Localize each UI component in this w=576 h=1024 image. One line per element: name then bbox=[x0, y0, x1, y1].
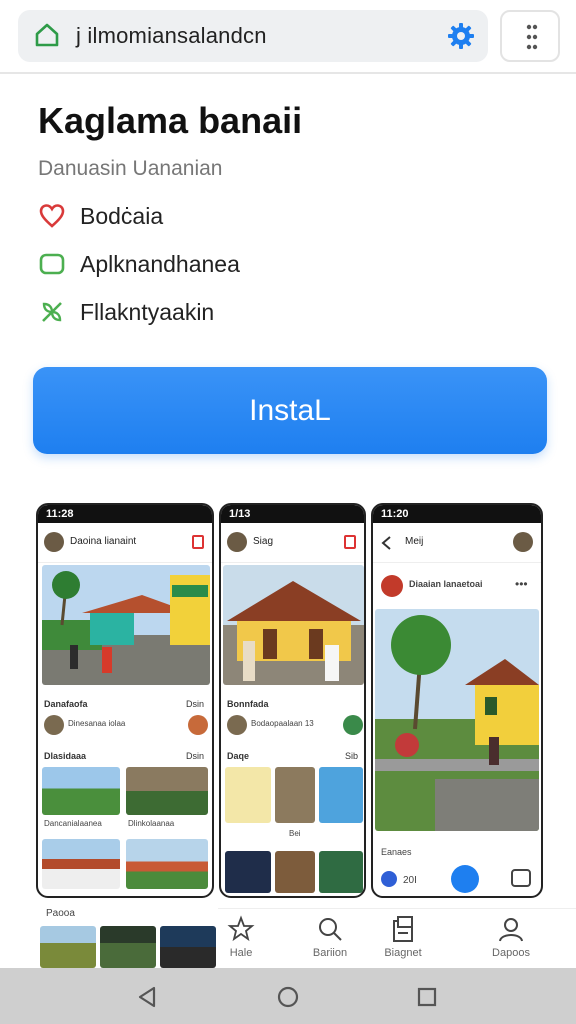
nav-home[interactable]: Hale bbox=[206, 915, 276, 959]
screenshot-2[interactable]: 1/13 Siag Bonnfada Bodaopaalaan 13 Daqe … bbox=[219, 503, 366, 898]
screen-header: Meij bbox=[373, 523, 541, 563]
url-text[interactable]: j ilmomiansalandcn bbox=[76, 23, 267, 49]
nav-label: Biagnet bbox=[384, 947, 422, 959]
feature-label: Aplknandhanea bbox=[80, 250, 240, 277]
grid-photo bbox=[42, 767, 120, 815]
avatar bbox=[188, 715, 208, 735]
grid-photo bbox=[100, 926, 156, 968]
browser-toolbar: j ilmomiansalandcn bbox=[0, 0, 576, 74]
grid-photo bbox=[126, 839, 208, 889]
grid-card bbox=[319, 851, 363, 893]
nav-label: Dapoos bbox=[492, 947, 530, 959]
grid-card bbox=[225, 851, 271, 893]
feature-item: Aplknandhanea bbox=[38, 248, 240, 280]
recent-section: Paooa bbox=[36, 902, 216, 968]
screen-header: Daoina lianaint bbox=[38, 523, 212, 563]
search-icon bbox=[319, 918, 342, 941]
back-icon[interactable] bbox=[134, 984, 160, 1010]
nav-profile[interactable]: Dapoos bbox=[476, 915, 546, 959]
install-button[interactable]: InstaL bbox=[33, 367, 547, 454]
feature-item: Bodċaia bbox=[38, 200, 163, 232]
grid-card bbox=[319, 767, 363, 823]
system-navigation-bar bbox=[0, 968, 576, 1024]
home-circle-icon[interactable] bbox=[275, 984, 301, 1010]
section-label: Bonnfada bbox=[227, 699, 269, 709]
like-button[interactable] bbox=[451, 865, 479, 893]
screen-title: Daoina lianaint bbox=[70, 536, 137, 547]
section-action[interactable]: Dsin bbox=[186, 699, 204, 709]
footer-label: Eanaes bbox=[381, 847, 412, 857]
more-vertical-icon bbox=[526, 24, 538, 50]
recents-square-icon[interactable] bbox=[414, 984, 440, 1010]
status-time: 11:20 bbox=[373, 505, 541, 523]
post-title: Diaaian lanaetoai bbox=[409, 579, 483, 589]
bottom-navigation: Hale Bariion Biagnet Dapoos bbox=[218, 908, 576, 968]
village-photo bbox=[375, 609, 539, 831]
nav-label: Bariion bbox=[312, 947, 348, 959]
home-icon bbox=[227, 915, 255, 942]
heart-icon bbox=[39, 204, 65, 228]
screen-title: Siag bbox=[253, 536, 274, 547]
status-time: 1/13 bbox=[221, 505, 364, 523]
nav-search[interactable]: Bariion bbox=[295, 915, 365, 959]
back-arrow-icon bbox=[381, 536, 391, 550]
section-label: Daqe bbox=[227, 751, 250, 761]
overflow-menu-button[interactable] bbox=[500, 10, 560, 62]
screenshot-3[interactable]: 11:20 Meij Diaaian lanaetoai ••• Eanaes … bbox=[371, 503, 543, 898]
grid-photo bbox=[42, 839, 120, 889]
rounded-square-icon bbox=[39, 253, 65, 275]
avatar bbox=[513, 532, 533, 552]
list-item-text: Dinesanaa iolaa bbox=[68, 719, 126, 728]
village-photo bbox=[223, 565, 364, 685]
avatar bbox=[227, 532, 247, 552]
nav-label: Hale bbox=[229, 947, 253, 959]
section-action[interactable]: Sib bbox=[345, 751, 358, 761]
app-title: Kaglama banaii bbox=[38, 100, 303, 141]
status-time: 11:28 bbox=[38, 505, 212, 523]
feature-item: Fllakntyaakin bbox=[38, 296, 214, 328]
bookmark-icon bbox=[192, 535, 204, 549]
leaf-cross-icon bbox=[42, 302, 62, 322]
avatar bbox=[343, 715, 363, 735]
section-label: Dlasidaaa bbox=[44, 751, 87, 761]
comment-icon[interactable] bbox=[511, 869, 531, 887]
caption: Dancanialaanea bbox=[44, 819, 102, 828]
address-bar[interactable]: j ilmomiansalandcn bbox=[18, 10, 488, 62]
footer-count: 20I bbox=[403, 875, 417, 886]
bookmark-icon bbox=[344, 535, 356, 549]
avatar bbox=[227, 715, 247, 735]
gear-icon[interactable] bbox=[446, 21, 476, 51]
app-subtitle: Danuasin Uananian bbox=[38, 157, 223, 180]
nav-library[interactable]: Biagnet bbox=[368, 915, 438, 959]
avatar bbox=[44, 532, 64, 552]
feature-label: Fllakntyaakin bbox=[80, 298, 215, 325]
avatar bbox=[381, 575, 403, 597]
grid-photo bbox=[126, 767, 208, 815]
home-icon[interactable] bbox=[34, 22, 60, 48]
screen-header: Siag bbox=[221, 523, 364, 563]
screenshot-1[interactable]: 11:28 Daoina lianaint Danafaofa Dsin Din… bbox=[36, 503, 214, 898]
section-action[interactable]: Dsin bbox=[186, 751, 204, 761]
grid-card bbox=[225, 767, 271, 823]
caption: Dlinkolaanaa bbox=[128, 819, 175, 828]
share-icon[interactable] bbox=[381, 871, 397, 887]
library-icon bbox=[393, 916, 413, 942]
list-item-text: Bodaopaalaan 13 bbox=[251, 719, 314, 728]
grid-card bbox=[275, 767, 315, 823]
screen-title: Meij bbox=[405, 536, 424, 547]
grid-photo bbox=[40, 926, 96, 968]
village-photo bbox=[42, 565, 210, 685]
grid-card bbox=[275, 851, 315, 893]
avatar bbox=[44, 715, 64, 735]
caption: Bei bbox=[289, 829, 301, 838]
profile-icon bbox=[499, 918, 523, 942]
section-label: Danafaofa bbox=[44, 699, 88, 709]
feature-label: Bodċaia bbox=[80, 202, 164, 229]
section-label: Paooa bbox=[46, 908, 75, 919]
more-icon[interactable]: ••• bbox=[515, 577, 528, 591]
